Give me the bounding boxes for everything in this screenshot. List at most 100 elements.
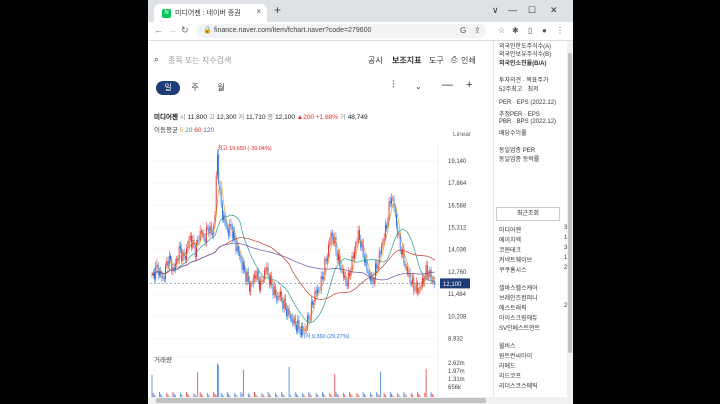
candle-body [296, 325, 297, 332]
candle-body [156, 264, 158, 267]
candle-body [354, 251, 355, 259]
candle-body [336, 252, 338, 261]
browser-tab[interactable]: N 미디어젠 : 네이버 증권 × [154, 4, 267, 22]
recent-tab[interactable]: 최근조회 [496, 207, 560, 221]
volume-bar [197, 372, 199, 397]
candle-body [282, 300, 284, 309]
recent-item[interactable]: 커넥트웨이브 [499, 255, 532, 264]
zoom-out-icon[interactable]: — [442, 79, 453, 91]
address-bar-row: ← → ↻ 🔒 finance.naver.com/item/fchart.na… [148, 22, 573, 41]
extensions-icon[interactable]: ✱ [512, 26, 519, 35]
related-item[interactable]: 아이스크림에듀 [499, 313, 538, 322]
candle-body [263, 270, 265, 280]
translate-icon[interactable]: G [460, 26, 466, 35]
candle-body [199, 230, 201, 241]
candle-body [361, 241, 363, 248]
price-chart[interactable]: 19,140 17,864 16,588 15,312 14,036 12,760 11,4… [148, 141, 493, 397]
candle-body [394, 208, 396, 214]
menu-indicators[interactable]: 보조지표 [392, 55, 421, 66]
candle-body [423, 278, 425, 283]
recent-item[interactable]: 코윈테크 [499, 245, 521, 254]
more-item[interactable]: 원트런씨아이 [499, 351, 532, 360]
candle-body [162, 277, 164, 279]
minimize-button[interactable]: — [508, 5, 517, 15]
candle-body [170, 255, 171, 260]
tab-search-icon[interactable]: ∨ [492, 5, 499, 16]
recent-item[interactable]: 미디어젠 [499, 225, 521, 234]
candle-body [272, 285, 274, 295]
related-item[interactable]: SV인베스트먼트 [499, 323, 540, 332]
candle-body [396, 213, 397, 227]
menu-print[interactable]: 인쇄 [461, 55, 476, 66]
candle-body [173, 267, 175, 270]
more-item[interactable]: 윌비스 [499, 341, 516, 350]
stock-search[interactable]: ⌕ 종목 또는 지수검색 [154, 54, 386, 66]
chevron-down-icon[interactable]: ⌄ [415, 82, 422, 91]
recent-item[interactable]: 에이치엑 [499, 235, 521, 244]
menu-tools[interactable]: 도구 [429, 55, 444, 66]
candle-body [157, 264, 159, 276]
url-text: finance.naver.com/item/fchart.naver?code… [214, 27, 372, 34]
high-value: 12,300 [216, 114, 237, 121]
candle-body [177, 258, 179, 261]
period-monthly[interactable]: 월 [214, 81, 228, 95]
forward-icon[interactable]: → [168, 25, 177, 35]
back-icon[interactable]: ← [154, 25, 163, 35]
candle-body [383, 237, 385, 243]
open-value: 11,800 [187, 114, 207, 121]
period-daily[interactable]: 일 [156, 81, 180, 95]
horizontal-scrollbar[interactable] [148, 397, 573, 404]
close-window-button[interactable]: ✕ [550, 5, 558, 16]
side-panel-icon[interactable]: ▯ [528, 26, 532, 35]
stock-summary: 미디어젠 시 11,800 고 12,300 저 11,710 종 12,100… [154, 111, 368, 121]
price-tick-label: 16,588 [448, 203, 467, 209]
scrollbar-thumb[interactable] [156, 398, 486, 403]
candle-body [238, 246, 239, 253]
related-item[interactable]: 브레인즈컴퍼니 [499, 293, 538, 302]
candle-body [267, 267, 269, 276]
candle-body [297, 320, 299, 332]
period-weekly[interactable]: 주 [188, 81, 202, 95]
ma20-label: 20 [185, 127, 193, 134]
candle-body [359, 230, 360, 241]
candle-body [325, 259, 327, 262]
reload-icon[interactable]: ↻ [181, 25, 189, 36]
search-placeholder: 종목 또는 지수검색 [168, 56, 232, 65]
candle-body [230, 223, 232, 226]
bookmark-star-icon[interactable]: ☆ [498, 26, 505, 35]
candle-body [338, 253, 339, 261]
vertical-scrollbar[interactable] [567, 41, 573, 397]
candle-body [187, 246, 189, 249]
low-value: 11,710 [246, 114, 266, 121]
candle-body [386, 225, 388, 229]
candle-type-icon[interactable]: ⫶ [392, 79, 395, 92]
tab-close-icon[interactable]: × [256, 7, 261, 16]
more-item[interactable]: 리더스코스메틱 [499, 381, 538, 390]
menu-kebab-icon[interactable]: ⋮ [556, 26, 564, 35]
related-item[interactable]: 셀바스헬스케어 [499, 283, 538, 292]
recent-item[interactable]: 쿠쿠홈시스 [499, 265, 527, 274]
price-tick-label: 14,036 [448, 248, 467, 254]
url-field[interactable]: 🔒 finance.naver.com/item/fchart.naver?co… [196, 24, 486, 38]
candle-body [340, 265, 342, 271]
more-item[interactable]: 리드코프 [499, 371, 521, 380]
more-item[interactable]: 라메드 [499, 361, 516, 370]
candle-body [404, 263, 406, 268]
scrollbar-thumb[interactable] [568, 53, 572, 353]
candle-body [323, 276, 325, 280]
candle-body [426, 265, 428, 278]
change-value: ▲200 +1.68% [296, 114, 339, 121]
menu-disclosure[interactable]: 공시 [368, 55, 383, 66]
maximize-button[interactable]: ☐ [528, 5, 536, 16]
share-icon[interactable]: ⇪ [474, 26, 481, 35]
search-icon: ⌕ [154, 54, 160, 64]
scale-mode-select[interactable]: Linear [453, 131, 471, 138]
candle-body [161, 274, 163, 279]
print-icon[interactable]: ⎙ [451, 55, 457, 65]
volume-title: 거래량 [154, 355, 172, 364]
profile-avatar-icon[interactable]: ● [542, 26, 547, 35]
candle-body [351, 255, 353, 272]
related-item[interactable]: 에스트래픽 [499, 303, 527, 312]
new-tab-button[interactable]: + [274, 3, 281, 17]
zoom-in-icon[interactable]: + [466, 79, 472, 91]
